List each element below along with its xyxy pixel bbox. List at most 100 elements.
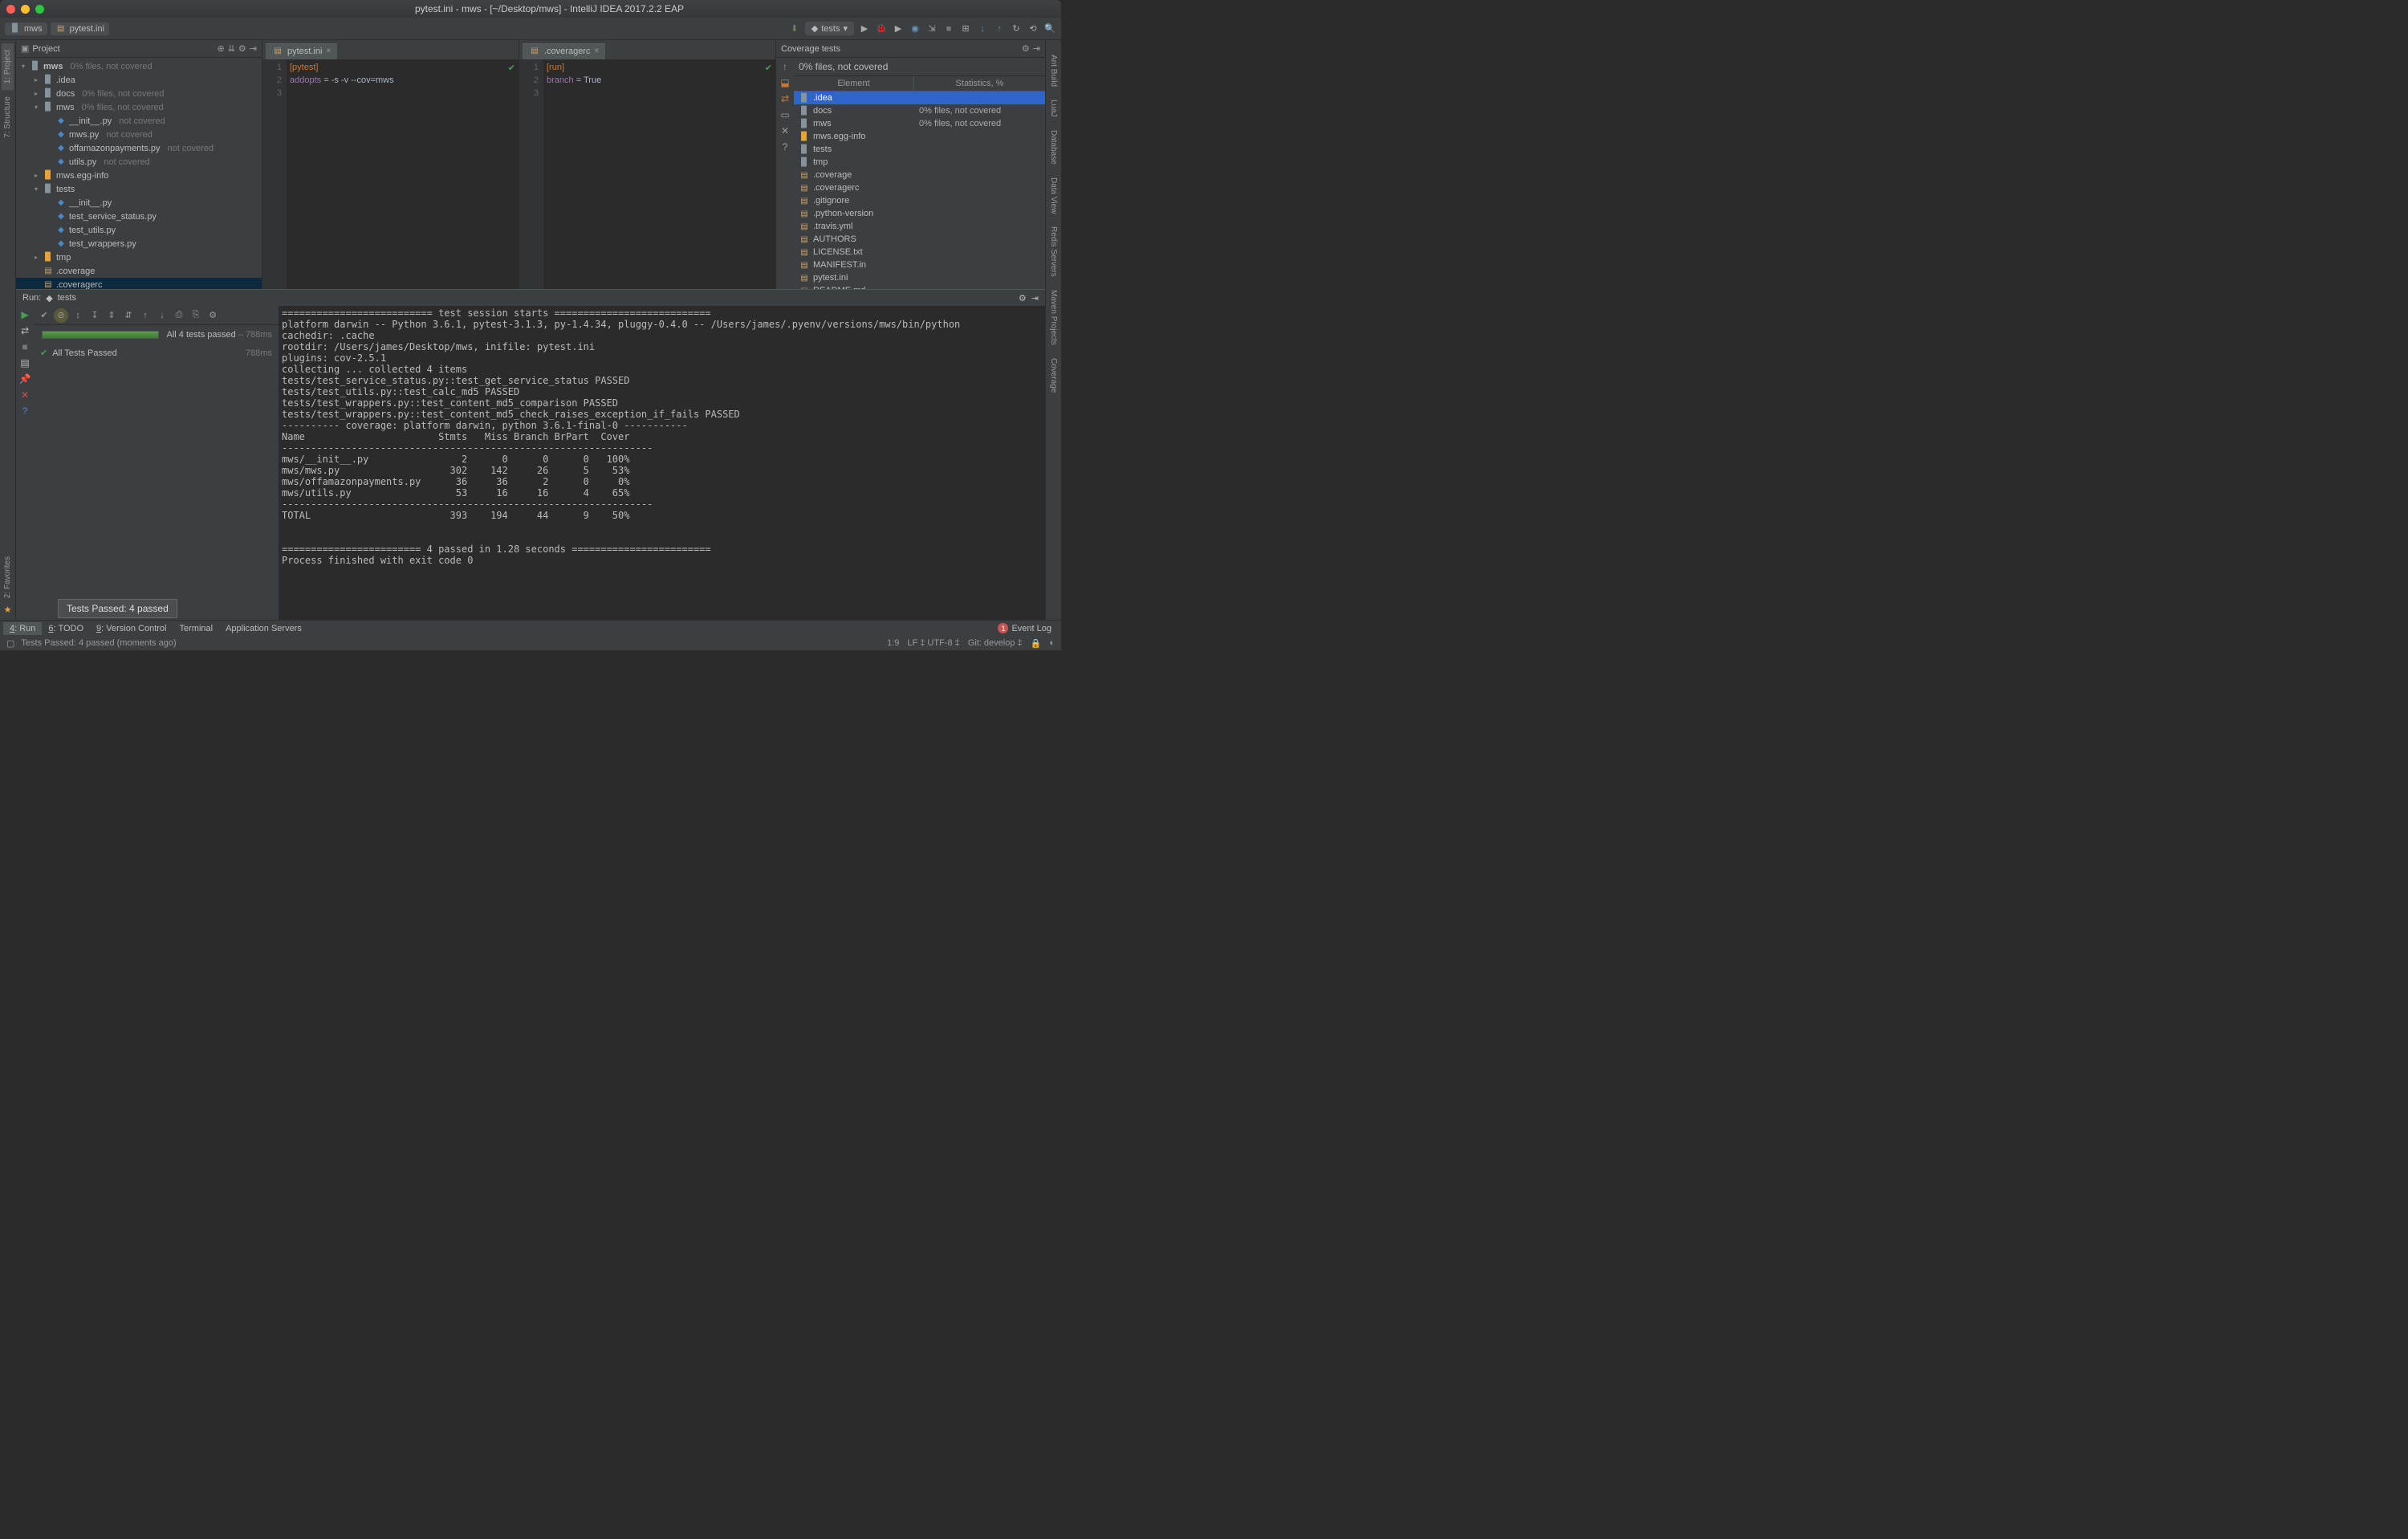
coverage-row[interactable]: ▉.idea (794, 92, 1045, 104)
ignored-filter-icon[interactable]: ⊘ (54, 308, 68, 323)
tree-item[interactable]: ◆test_service_status.py (16, 210, 262, 223)
export-icon[interactable]: ▭ (780, 109, 789, 120)
hide-icon[interactable]: ⇥ (1031, 293, 1039, 303)
minimize-icon[interactable] (21, 5, 30, 14)
help-icon[interactable]: ? (783, 141, 788, 153)
tab-coveragerc[interactable]: ▤.coveragerc× (523, 42, 605, 59)
tree-item[interactable]: ▤.coverage (16, 264, 262, 278)
hide-icon[interactable]: ⇥ (1033, 43, 1040, 54)
target-icon[interactable]: ⊕ (217, 43, 224, 54)
prev-icon[interactable]: ↑ (138, 308, 153, 323)
sort-icon[interactable]: ↕ (71, 308, 85, 323)
breadcrumb-mws[interactable]: ▉mws (5, 22, 47, 35)
vcs-commit-icon[interactable]: ↑ (993, 22, 1006, 35)
coverage-row[interactable]: ▉mws.egg-info (794, 130, 1045, 143)
flatten-icon[interactable]: ⬓ (780, 77, 789, 88)
rail-tab[interactable]: LuaJ (1047, 93, 1060, 124)
expand-icon[interactable]: ⇕ (104, 308, 119, 323)
hide-icon[interactable]: ⇥ (250, 43, 257, 54)
coverage-run-icon[interactable]: ▶ (892, 22, 905, 35)
tree-item[interactable]: ▸▉docs 0% files, not covered (16, 87, 262, 100)
tree-item[interactable]: ▾▉tests (16, 182, 262, 196)
bottom-tab[interactable]: 4: Run (3, 622, 42, 635)
rail-favorites[interactable]: 2: Favorites (2, 550, 14, 605)
coverage-row[interactable]: ▤MANIFEST.in (794, 259, 1045, 271)
revert-icon[interactable]: ⟲ (1027, 22, 1039, 35)
rail-tab[interactable]: Data View (1047, 171, 1060, 220)
layout-icon[interactable]: ⊞ (959, 22, 972, 35)
export-icon[interactable]: ⎙ (172, 308, 186, 323)
coverage-row[interactable]: ▤.gitignore (794, 194, 1045, 207)
rail-tab[interactable]: Maven Projects (1047, 283, 1060, 352)
sort-alpha-icon[interactable]: ↧ (87, 308, 102, 323)
history-icon[interactable]: ↻ (1010, 22, 1023, 35)
rail-tab[interactable]: Database (1047, 124, 1060, 171)
bottom-tab[interactable]: 9: Version Control (90, 622, 173, 635)
rail-project[interactable]: 1: Project (2, 43, 14, 90)
profile-icon[interactable]: ◉ (909, 22, 921, 35)
next-icon[interactable]: ↓ (155, 308, 169, 323)
bottom-tab[interactable]: Terminal (173, 622, 220, 635)
tree-item[interactable]: ◆test_utils.py (16, 223, 262, 237)
coverage-row[interactable]: ▤.travis.yml (794, 220, 1045, 233)
run-icon[interactable]: ▶ (858, 22, 871, 35)
test-root[interactable]: ✔ All Tests Passed 788ms (34, 344, 279, 361)
close-tab-icon[interactable]: × (326, 47, 331, 55)
run-config-selector[interactable]: ◆tests▾ (805, 22, 854, 35)
inspector-icon[interactable]: ◐ (1049, 638, 1055, 649)
tree-item[interactable]: ◆offamazonpayments.py not covered (16, 141, 262, 155)
import-icon[interactable]: ⎘ (189, 308, 203, 323)
breadcrumb-file[interactable]: ▤pytest.ini (51, 22, 109, 35)
coverage-row[interactable]: ▉docs0% files, not covered (794, 104, 1045, 117)
rerun-icon[interactable]: ▶ (21, 309, 28, 320)
git-branch[interactable]: Git: develop ‡ (968, 638, 1023, 649)
close-tab-icon[interactable]: × (594, 47, 599, 55)
rail-structure[interactable]: 7: Structure (2, 90, 14, 145)
coverage-row[interactable]: ▉tmp (794, 156, 1045, 169)
up-icon[interactable]: ↑ (783, 61, 787, 72)
caret-position[interactable]: 1:9 (887, 638, 899, 649)
tree-root[interactable]: ▾▉mws 0% files, not covered (16, 59, 262, 73)
tree-item[interactable]: ▸▉mws.egg-info (16, 169, 262, 182)
console-output[interactable]: ========================== test session … (279, 306, 1045, 636)
coverage-row[interactable]: ▤pytest.ini (794, 271, 1045, 284)
close-icon[interactable] (6, 5, 15, 14)
tab-pytest-ini[interactable]: ▤pytest.ini× (266, 42, 337, 59)
bottom-tab[interactable]: Application Servers (219, 622, 308, 635)
debug-icon[interactable]: 🐞 (875, 22, 888, 35)
coverage-row[interactable]: ▤.coveragerc (794, 181, 1045, 194)
bottom-tab[interactable]: 6: TODO (42, 622, 90, 635)
toggle-icon[interactable]: ⇄ (21, 325, 29, 336)
gear-icon[interactable]: ⚙ (205, 308, 220, 323)
help-icon[interactable]: ? (22, 405, 28, 417)
tree-item[interactable]: ◆__init__.py (16, 196, 262, 210)
tree-item[interactable]: ▸▉.idea (16, 73, 262, 87)
coverage-row[interactable]: ▉tests (794, 143, 1045, 156)
tree-item[interactable]: ▾▉mws 0% files, not covered (16, 100, 262, 114)
pin-icon[interactable]: 📌 (19, 373, 31, 385)
event-log[interactable]: 1Event Log (991, 621, 1058, 635)
search-icon[interactable]: 🔍 (1043, 22, 1056, 35)
coverage-row[interactable]: ▤.python-version (794, 207, 1045, 220)
rail-tab[interactable]: Redis Servers (1047, 220, 1060, 283)
tree-item[interactable]: ◆__init__.py not covered (16, 114, 262, 128)
status-icon[interactable]: ▢ (6, 638, 14, 649)
collapse-icon[interactable]: ⇵ (121, 308, 136, 323)
tree-item[interactable]: ◆test_wrappers.py (16, 237, 262, 250)
close-icon[interactable]: ✕ (21, 389, 29, 401)
rail-tab[interactable]: Ant Build (1047, 48, 1060, 93)
lock-icon[interactable]: 🔒 (1031, 638, 1042, 649)
vcs-update-icon[interactable]: ↓ (976, 22, 989, 35)
layout-icon[interactable]: ▤ (20, 357, 29, 368)
encoding[interactable]: LF ‡ UTF-8 ‡ (907, 638, 959, 649)
gear-icon[interactable]: ⚙ (238, 43, 246, 54)
passed-filter-icon[interactable]: ✔ (37, 308, 51, 323)
rail-tab[interactable]: Coverage (1047, 352, 1060, 399)
autoscroll-icon[interactable]: ⇄ (781, 93, 789, 104)
build-icon[interactable]: ⬇ (788, 22, 801, 35)
tree-item[interactable]: ◆utils.py not covered (16, 155, 262, 169)
close-icon[interactable]: ✕ (781, 125, 789, 136)
coverage-row[interactable]: ▤AUTHORS (794, 233, 1045, 246)
tree-item[interactable]: ▸▉tmp (16, 250, 262, 264)
collapse-icon[interactable]: ⇊ (228, 43, 235, 54)
